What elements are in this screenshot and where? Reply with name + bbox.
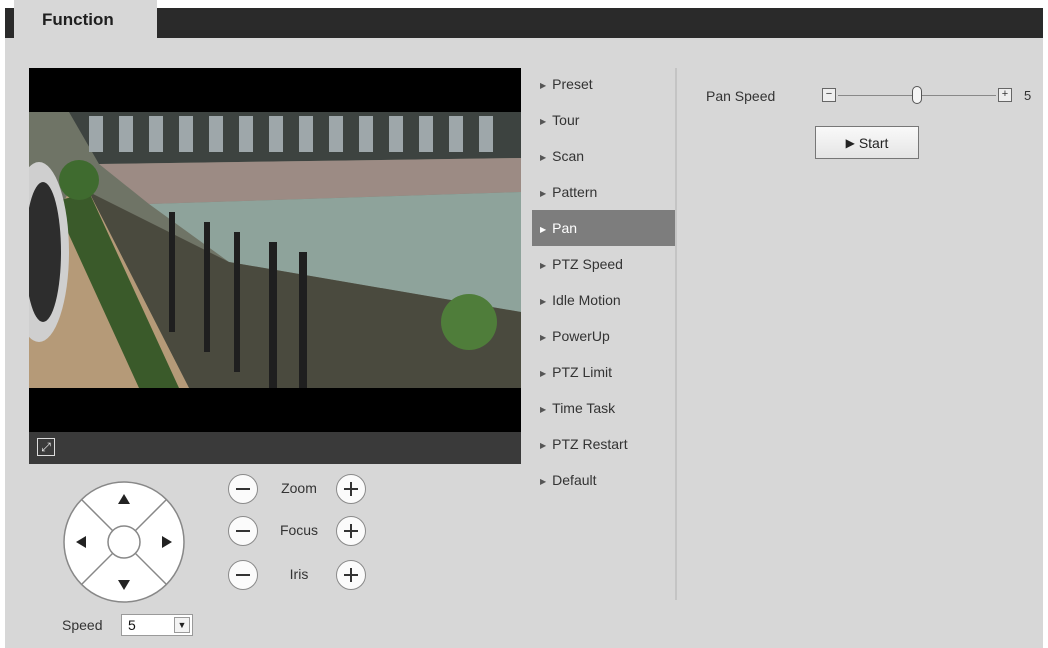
tab-function[interactable]: Function: [14, 0, 157, 40]
menu-divider: [675, 68, 677, 600]
joystick-center-button[interactable]: [108, 526, 140, 558]
ptz-joystick: [62, 480, 186, 604]
zoom-out-button[interactable]: [228, 474, 258, 504]
focus-minus-button[interactable]: [228, 516, 258, 546]
focus-control: Focus: [228, 516, 378, 550]
start-button-label: Start: [858, 134, 889, 151]
menu-item-label: PowerUp: [552, 328, 610, 344]
zoom-in-button[interactable]: [336, 474, 366, 504]
menu-item-pattern[interactable]: ▶ Pattern: [532, 174, 675, 210]
caret-right-icon: ▶: [540, 333, 547, 342]
speed-value: 5: [128, 617, 136, 633]
caret-right-icon: ▶: [540, 81, 547, 90]
pan-speed-value: 5: [1024, 88, 1032, 103]
menu-item-ptz-speed[interactable]: ▶ PTZ Speed: [532, 246, 675, 282]
pan-up-button[interactable]: [110, 486, 138, 514]
speed-label: Speed: [62, 617, 103, 633]
slider-increase-button[interactable]: +: [998, 88, 1012, 102]
menu-item-ptz-restart[interactable]: ▶ PTZ Restart: [532, 426, 675, 462]
zoom-label: Zoom: [281, 480, 317, 496]
speed-select[interactable]: 5 ▼: [121, 614, 193, 636]
video-preview[interactable]: [29, 68, 521, 432]
menu-item-label: Preset: [552, 76, 593, 92]
menu-item-powerup[interactable]: ▶ PowerUp: [532, 318, 675, 354]
function-menu: ▶ Preset ▶ Tour ▶ Scan ▶ Pattern ▶ Pan ▶ PTZ S…: [532, 66, 675, 498]
focus-plus-button[interactable]: [336, 516, 366, 546]
pan-speed-label: Pan Speed: [706, 88, 776, 104]
iris-plus-button[interactable]: [336, 560, 366, 590]
caret-right-icon: ▶: [540, 261, 547, 270]
focus-label: Focus: [279, 522, 319, 538]
menu-item-scan[interactable]: ▶ Scan: [532, 138, 675, 174]
pan-left-button[interactable]: [68, 528, 96, 556]
menu-item-label: Tour: [552, 112, 580, 128]
pan-speed-slider[interactable]: − + 5: [822, 86, 1034, 106]
menu-item-label: PTZ Speed: [552, 256, 623, 272]
iris-label: Iris: [289, 566, 309, 582]
header-bar: [5, 8, 1043, 38]
caret-right-icon: ▶: [540, 117, 547, 126]
menu-item-preset[interactable]: ▶ Preset: [532, 66, 675, 102]
menu-item-time-task[interactable]: ▶ Time Task: [532, 390, 675, 426]
caret-right-icon: ▶: [540, 153, 547, 162]
menu-item-label: Pan: [552, 220, 578, 236]
menu-item-tour[interactable]: ▶ Tour: [532, 102, 675, 138]
slider-decrease-button[interactable]: −: [822, 88, 836, 102]
menu-item-label: Default: [552, 472, 597, 488]
menu-item-pan[interactable]: ▶ Pan: [532, 210, 675, 246]
caret-right-icon: ▶: [540, 225, 547, 234]
video-toolbar: ⤢: [29, 432, 521, 464]
zoom-control: Zoom: [228, 474, 378, 508]
chevron-down-icon[interactable]: ▼: [174, 617, 190, 633]
caret-right-icon: ▶: [540, 477, 547, 486]
menu-item-default[interactable]: ▶ Default: [532, 462, 675, 498]
menu-item-label: Pattern: [552, 184, 598, 200]
menu-item-idle-motion[interactable]: ▶ Idle Motion: [532, 282, 675, 318]
caret-right-icon: ▶: [540, 441, 547, 450]
menu-item-label: Scan: [552, 148, 585, 164]
menu-item-label: PTZ Limit: [552, 364, 613, 380]
iris-control: Iris: [228, 560, 378, 594]
play-icon: ▶: [845, 135, 855, 150]
start-button[interactable]: ▶ Start: [815, 126, 919, 159]
menu-item-label: Time Task: [552, 400, 616, 416]
fullscreen-icon[interactable]: ⤢: [37, 438, 55, 456]
caret-right-icon: ▶: [540, 297, 547, 306]
menu-item-label: Idle Motion: [552, 292, 621, 308]
caret-right-icon: ▶: [540, 405, 547, 414]
menu-item-label: PTZ Restart: [552, 436, 628, 452]
slider-handle[interactable]: [912, 86, 922, 104]
camera-scene: [29, 112, 521, 388]
iris-minus-button[interactable]: [228, 560, 258, 590]
caret-right-icon: ▶: [540, 189, 547, 198]
menu-item-ptz-limit[interactable]: ▶ PTZ Limit: [532, 354, 675, 390]
pan-down-button[interactable]: [110, 568, 138, 596]
caret-right-icon: ▶: [540, 369, 547, 378]
pan-right-button[interactable]: [152, 528, 180, 556]
